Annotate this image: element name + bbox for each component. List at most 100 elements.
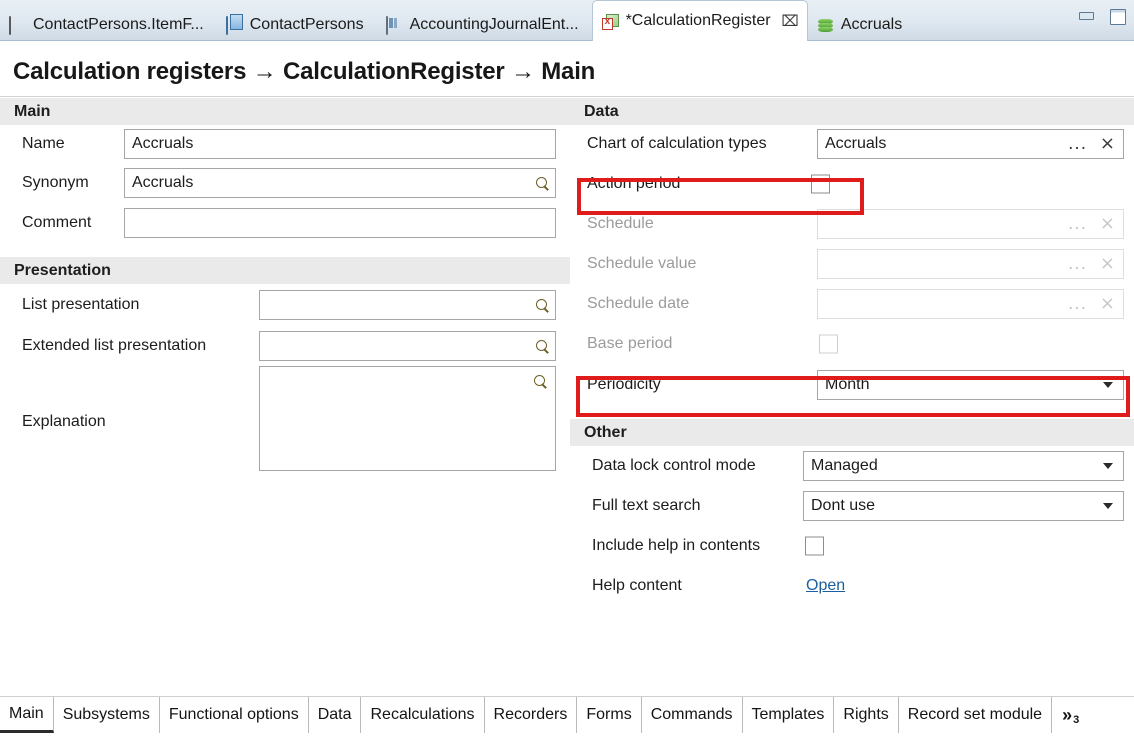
field-label-help-content: Help content	[592, 577, 682, 594]
clear-icon: ×	[1099, 213, 1115, 234]
field-label-explanation: Explanation	[22, 413, 106, 430]
search-icon[interactable]	[531, 367, 553, 397]
bottom-tab-main[interactable]: Main	[0, 697, 54, 733]
synonym-input-value: Accruals	[132, 174, 194, 191]
chart-of-calculation-types-picker[interactable]: Accruals ... ×	[817, 129, 1124, 159]
overflow-count: 3	[1073, 714, 1080, 726]
full-text-search-value: Dont use	[811, 497, 876, 514]
clear-icon[interactable]: ×	[1100, 135, 1115, 153]
editor-tab-contactpersons[interactable]: ContactPersons	[217, 8, 377, 41]
document-lines-icon	[9, 15, 26, 35]
section-header-data: Data	[570, 98, 1134, 125]
accounting-journal-icon	[385, 15, 403, 35]
editor-tab-accountingjournalentry[interactable]: AccountingJournalEnt...	[377, 8, 592, 41]
window-controls	[1077, 8, 1126, 25]
field-row-help-content: Help content Open	[570, 566, 1134, 606]
field-label-periodicity: Periodicity	[587, 375, 661, 393]
ellipsis-icon: ...	[1068, 253, 1087, 274]
field-label-include-help-in-contents: Include help in contents	[592, 537, 761, 554]
help-content-open-link[interactable]: Open	[806, 577, 845, 595]
explanation-textarea[interactable]	[259, 366, 556, 471]
bottom-tab-commands[interactable]: Commands	[642, 697, 743, 733]
full-text-search-dropdown[interactable]: Dont use	[803, 491, 1124, 521]
editor-tabs: ContactPersons.ItemF... ContactPersons A…	[0, 0, 915, 41]
field-label-name: Name	[22, 135, 65, 152]
data-lock-control-mode-dropdown[interactable]: Managed	[803, 451, 1124, 481]
field-label-synonym: Synonym	[22, 174, 89, 191]
field-label-full-text-search: Full text search	[592, 497, 701, 514]
field-row-explanation: Explanation	[0, 366, 570, 474]
editor-tab-label: Accruals	[840, 15, 903, 33]
bottom-tab-rights[interactable]: Rights	[834, 697, 899, 733]
chevron-down-icon[interactable]	[1103, 463, 1113, 469]
data-lock-control-mode-value: Managed	[811, 457, 878, 474]
maximize-icon[interactable]	[1108, 8, 1126, 25]
catalog-book-icon	[225, 15, 243, 35]
synonym-input[interactable]: Accruals	[124, 168, 556, 198]
field-row-base-period: Base period	[570, 324, 1134, 364]
field-row-comment: Comment	[0, 203, 570, 243]
search-icon[interactable]	[533, 332, 555, 360]
editor-tab-label: AccountingJournalEnt...	[409, 15, 579, 33]
field-row-full-text-search: Full text search Dont use	[570, 486, 1134, 526]
include-help-in-contents-checkbox[interactable]	[805, 536, 824, 556]
field-row-schedule: Schedule ... ×	[570, 204, 1134, 244]
field-label-base-period: Base period	[587, 335, 673, 352]
field-label-data-lock-control-mode: Data lock control mode	[592, 457, 756, 474]
bottom-tab-recorders[interactable]: Recorders	[485, 697, 578, 733]
field-row-periodicity: Periodicity Month	[570, 364, 1134, 405]
list-presentation-input[interactable]	[259, 289, 556, 320]
section-header-main: Main	[0, 98, 570, 125]
ellipsis-icon[interactable]: ...	[1068, 134, 1087, 153]
extended-list-presentation-input[interactable]	[259, 330, 556, 361]
periodicity-dropdown[interactable]: Month	[817, 369, 1124, 400]
editor-tab-strip: ContactPersons.ItemF... ContactPersons A…	[0, 0, 1134, 41]
field-label-list-presentation: List presentation	[22, 295, 140, 313]
editor-tab-calculationregister[interactable]: *CalculationRegister ⌧	[591, 0, 808, 41]
field-row-list-presentation: List presentation	[0, 284, 570, 325]
bottom-tab-data[interactable]: Data	[309, 697, 362, 733]
section-header-other: Other	[570, 419, 1134, 446]
close-icon[interactable]: ⌧	[782, 12, 799, 30]
chevron-down-icon[interactable]	[1103, 503, 1113, 509]
bottom-tab-recalculations[interactable]: Recalculations	[361, 697, 485, 733]
field-row-synonym: Synonym Accruals	[0, 163, 570, 203]
field-label-schedule-value: Schedule value	[587, 255, 697, 272]
editor-tab-accruals[interactable]: Accruals	[808, 8, 915, 41]
section-header-presentation: Presentation	[0, 257, 570, 284]
field-label-schedule-date: Schedule date	[587, 295, 690, 312]
ellipsis-icon: ...	[1068, 293, 1087, 314]
ellipsis-icon: ...	[1068, 213, 1087, 234]
application-window: ContactPersons.ItemF... ContactPersons A…	[0, 0, 1134, 739]
field-row-schedule-value: Schedule value ... ×	[570, 244, 1134, 284]
minimize-icon[interactable]	[1077, 8, 1095, 24]
editor-tab-label: ContactPersons.ItemF...	[33, 15, 204, 33]
field-row-chart-of-calculation-types: Chart of calculation types Accruals ... …	[570, 125, 1134, 163]
bottom-tab-subsystems[interactable]: Subsystems	[54, 697, 160, 733]
action-period-checkbox[interactable]	[811, 174, 830, 193]
chevron-down-icon[interactable]	[1103, 381, 1113, 388]
right-column: Data Chart of calculation types Accruals…	[570, 98, 1134, 696]
bottom-tab-record-set-module[interactable]: Record set module	[899, 697, 1053, 733]
base-period-checkbox	[819, 334, 838, 354]
editor-tab-contactpersons-itemform[interactable]: ContactPersons.ItemF...	[0, 8, 217, 41]
field-row-extended-list-presentation: Extended list presentation	[0, 325, 570, 366]
comment-input[interactable]	[124, 208, 556, 238]
search-icon[interactable]	[533, 169, 555, 197]
name-input-value: Accruals	[132, 135, 194, 152]
search-icon[interactable]	[533, 291, 555, 319]
left-column: Main Name Accruals Synonym Accruals Comm…	[0, 98, 570, 696]
name-input[interactable]: Accruals	[124, 129, 556, 159]
bottom-tab-forms[interactable]: Forms	[577, 697, 642, 733]
bottom-tab-functional-options[interactable]: Functional options	[160, 697, 309, 733]
field-row-schedule-date: Schedule date ... ×	[570, 284, 1134, 324]
schedule-date-picker: ... ×	[817, 289, 1124, 319]
field-row-name: Name Accruals	[0, 125, 570, 163]
field-label-extended-list-presentation: Extended list presentation	[22, 336, 207, 354]
bottom-tabs-overflow-button[interactable]: » 3	[1052, 697, 1088, 733]
field-label-schedule: Schedule	[587, 215, 654, 232]
bottom-tab-templates[interactable]: Templates	[743, 697, 835, 733]
breadcrumb-bar: Calculation registers → CalculationRegis…	[0, 41, 1134, 97]
